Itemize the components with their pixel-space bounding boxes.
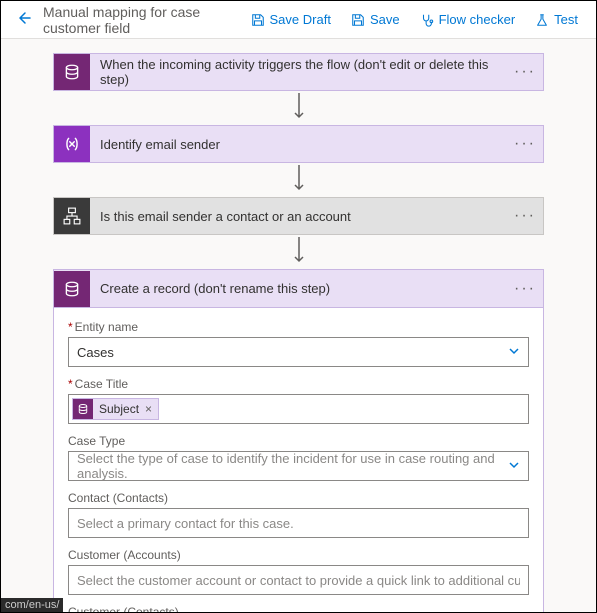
header-actions: Save Draft Save Flow checker Test <box>243 8 586 31</box>
step-identify-title: Identify email sender <box>90 137 507 152</box>
database-icon <box>54 271 90 307</box>
contact-label: Contact (Contacts) <box>68 491 529 505</box>
test-button[interactable]: Test <box>527 8 586 31</box>
save-icon <box>351 13 365 27</box>
save-draft-icon <box>251 13 265 27</box>
stethoscope-icon <box>420 13 434 27</box>
flow-arrow <box>53 235 544 269</box>
case-title-input[interactable]: Subject × <box>68 394 529 424</box>
header-bar: Manual mapping for case customer field S… <box>1 1 596 39</box>
flow-canvas: When the incoming activity triggers the … <box>1 39 596 613</box>
back-button[interactable] <box>11 6 35 33</box>
page-title: Manual mapping for case customer field <box>43 4 243 36</box>
step-create-title: Create a record (don't rename this step) <box>90 281 507 296</box>
step-trigger[interactable]: When the incoming activity triggers the … <box>53 53 544 91</box>
chevron-down-icon <box>508 459 520 474</box>
step-identify-menu[interactable]: ··· <box>507 135 543 153</box>
flow-arrow <box>53 91 544 125</box>
contact-input[interactable] <box>68 508 529 538</box>
step-create-menu[interactable]: ··· <box>507 280 543 298</box>
step-condition-title: Is this email sender a contact or an acc… <box>90 209 507 224</box>
customer-accounts-label: Customer (Accounts) <box>68 548 529 562</box>
record-form: *Entity name Cases *Case Title Subject × <box>54 308 543 613</box>
condition-icon <box>54 198 90 234</box>
flow-checker-button[interactable]: Flow checker <box>412 8 524 31</box>
case-type-label: Case Type <box>68 434 529 448</box>
flask-icon <box>535 13 549 27</box>
customer-accounts-input[interactable] <box>68 565 529 595</box>
step-condition-menu[interactable]: ··· <box>507 207 543 225</box>
variable-icon <box>54 126 90 162</box>
step-create-record: Create a record (don't rename this step)… <box>53 269 544 613</box>
database-icon <box>54 54 90 90</box>
save-draft-button[interactable]: Save Draft <box>243 8 339 31</box>
case-type-select[interactable]: Select the type of case to identify the … <box>68 451 529 481</box>
remove-token-icon[interactable]: × <box>145 402 152 416</box>
customer-contacts-label: Customer (Contacts) <box>68 605 529 613</box>
step-create-header[interactable]: Create a record (don't rename this step)… <box>54 270 543 308</box>
flow-arrow <box>53 163 544 197</box>
save-button[interactable]: Save <box>343 8 408 31</box>
step-condition[interactable]: Is this email sender a contact or an acc… <box>53 197 544 235</box>
entity-name-select[interactable]: Cases <box>68 337 529 367</box>
entity-name-label: *Entity name <box>68 320 529 334</box>
chevron-down-icon <box>508 345 520 360</box>
step-trigger-menu[interactable]: ··· <box>507 63 543 81</box>
step-trigger-title: When the incoming activity triggers the … <box>90 57 507 87</box>
database-icon <box>73 399 93 419</box>
step-identify[interactable]: Identify email sender ··· <box>53 125 544 163</box>
case-title-label: *Case Title <box>68 377 529 391</box>
browser-status-tooltip: com/en-us/ <box>1 598 63 612</box>
subject-token[interactable]: Subject × <box>72 398 159 420</box>
